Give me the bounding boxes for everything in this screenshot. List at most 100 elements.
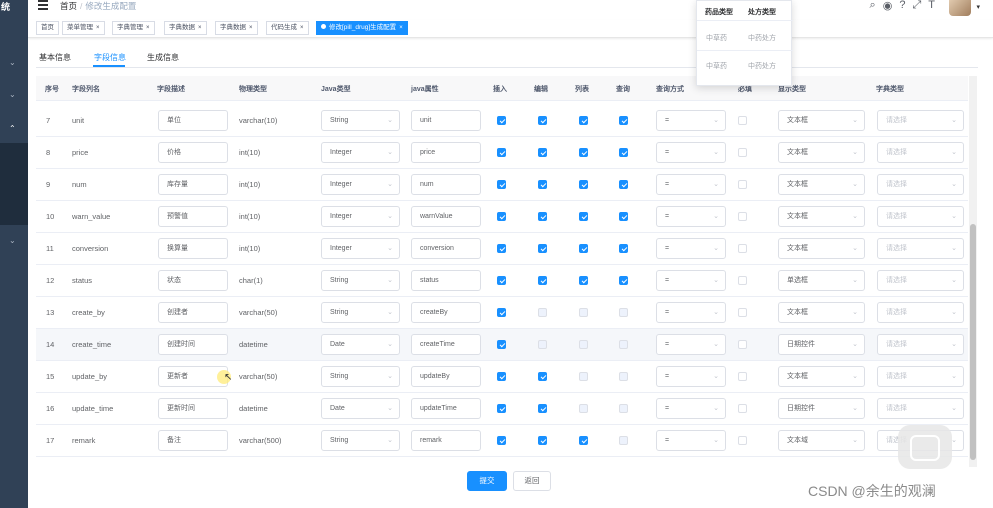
required-checkbox[interactable]: [738, 372, 747, 381]
desc-input[interactable]: 创建者: [158, 302, 228, 323]
query-checkbox[interactable]: [619, 340, 628, 349]
submit-button[interactable]: 提交: [467, 471, 507, 491]
required-checkbox[interactable]: [738, 180, 747, 189]
desc-input[interactable]: 预警值: [158, 206, 228, 227]
query-checkbox[interactable]: [619, 212, 628, 221]
edit-checkbox[interactable]: [538, 212, 547, 221]
insert-checkbox[interactable]: [497, 116, 506, 125]
dict-type-select[interactable]: 请选择 ⌄: [877, 366, 964, 387]
dict-type-select[interactable]: 请选择 ⌄: [877, 334, 964, 355]
fullscreen-icon[interactable]: ⤢: [912, 0, 921, 12]
insert-checkbox[interactable]: [497, 372, 506, 381]
list-checkbox[interactable]: [579, 276, 588, 285]
tag-item-active[interactable]: 修改[pill_drug]生成配置 ×: [316, 21, 408, 35]
dict-type-select[interactable]: 请选择 ⌄: [877, 110, 964, 131]
avatar[interactable]: [949, 0, 971, 16]
query-checkbox[interactable]: [619, 436, 628, 445]
java-type-select[interactable]: String ⌄: [321, 366, 400, 387]
close-icon[interactable]: ×: [96, 25, 100, 31]
java-field-input[interactable]: unit: [411, 110, 481, 131]
html-type-select[interactable]: 文本框 ⌄: [778, 174, 865, 195]
java-field-input[interactable]: warnValue: [411, 206, 481, 227]
query-type-select[interactable]: = ⌄: [656, 302, 726, 323]
breadcrumb-home[interactable]: 首页: [60, 1, 77, 11]
insert-checkbox[interactable]: [497, 180, 506, 189]
dict-type-select[interactable]: 请选择 ⌄: [877, 270, 964, 291]
font-size-icon[interactable]: T: [928, 0, 935, 12]
dict-type-select[interactable]: 请选择 ⌄: [877, 206, 964, 227]
edit-checkbox[interactable]: [538, 116, 547, 125]
java-type-select[interactable]: String ⌄: [321, 110, 400, 131]
html-type-select[interactable]: 日期控件 ⌄: [778, 398, 865, 419]
query-type-select[interactable]: = ⌄: [656, 334, 726, 355]
edit-checkbox[interactable]: [538, 308, 547, 317]
query-type-select[interactable]: = ⌄: [656, 430, 726, 451]
java-field-input[interactable]: num: [411, 174, 481, 195]
java-type-select[interactable]: Date ⌄: [321, 398, 400, 419]
tag-item[interactable]: 首页: [36, 21, 59, 35]
java-type-select[interactable]: Date ⌄: [321, 334, 400, 355]
dropdown-option[interactable]: 中草药: [706, 61, 727, 71]
desc-input[interactable]: 状态: [158, 270, 228, 291]
edit-checkbox[interactable]: [538, 340, 547, 349]
dict-type-select[interactable]: 请选择 ⌄: [877, 302, 964, 323]
list-checkbox[interactable]: [579, 148, 588, 157]
close-icon[interactable]: ×: [300, 25, 304, 31]
search-icon[interactable]: ⌕: [870, 0, 876, 12]
query-checkbox[interactable]: [619, 244, 628, 253]
required-checkbox[interactable]: [738, 212, 747, 221]
sidebar-chevron-icon[interactable]: ⌃: [9, 124, 16, 133]
query-type-select[interactable]: = ⌄: [656, 398, 726, 419]
html-type-select[interactable]: 单选框 ⌄: [778, 270, 865, 291]
dropdown-option[interactable]: 中药处方: [748, 61, 776, 71]
java-field-input[interactable]: remark: [411, 430, 481, 451]
dict-type-select[interactable]: 请选择 ⌄: [877, 174, 964, 195]
list-checkbox[interactable]: [579, 340, 588, 349]
list-checkbox[interactable]: [579, 372, 588, 381]
html-type-select[interactable]: 文本框 ⌄: [778, 238, 865, 259]
query-checkbox[interactable]: [619, 308, 628, 317]
close-icon[interactable]: ×: [399, 25, 403, 31]
java-field-input[interactable]: createBy: [411, 302, 481, 323]
tag-item[interactable]: 字典管理 ×: [112, 21, 155, 35]
java-field-input[interactable]: conversion: [411, 238, 481, 259]
tab-basic-info[interactable]: 基本信息: [39, 52, 71, 63]
required-checkbox[interactable]: [738, 244, 747, 253]
list-checkbox[interactable]: [579, 116, 588, 125]
video-play-icon[interactable]: [898, 425, 952, 469]
tag-item[interactable]: 代码生成 ×: [266, 21, 309, 35]
desc-input[interactable]: 备注: [158, 430, 228, 451]
tag-item[interactable]: 菜单管理 ×: [62, 21, 105, 35]
dict-type-select[interactable]: 请选择 ⌄: [877, 238, 964, 259]
desc-input[interactable]: 换算量: [158, 238, 228, 259]
query-checkbox[interactable]: [619, 372, 628, 381]
html-type-select[interactable]: 文本框 ⌄: [778, 110, 865, 131]
tag-item[interactable]: 字典数据 ×: [215, 21, 258, 35]
java-type-select[interactable]: Integer ⌄: [321, 238, 400, 259]
html-type-select[interactable]: 文本框 ⌄: [778, 302, 865, 323]
html-type-select[interactable]: 日期控件 ⌄: [778, 334, 865, 355]
java-field-input[interactable]: updateBy: [411, 366, 481, 387]
insert-checkbox[interactable]: [497, 340, 506, 349]
insert-checkbox[interactable]: [497, 244, 506, 253]
desc-input[interactable]: 库存量: [158, 174, 228, 195]
required-checkbox[interactable]: [738, 116, 747, 125]
java-field-input[interactable]: status: [411, 270, 481, 291]
scrollbar-thumb[interactable]: [970, 224, 976, 460]
query-checkbox[interactable]: [619, 276, 628, 285]
query-checkbox[interactable]: [619, 148, 628, 157]
java-type-select[interactable]: String ⌄: [321, 302, 400, 323]
java-type-select[interactable]: Integer ⌄: [321, 206, 400, 227]
java-field-input[interactable]: updateTime: [411, 398, 481, 419]
back-button[interactable]: 返回: [513, 471, 551, 491]
tag-item[interactable]: 字典数据 ×: [164, 21, 207, 35]
insert-checkbox[interactable]: [497, 308, 506, 317]
edit-checkbox[interactable]: [538, 148, 547, 157]
java-type-select[interactable]: String ⌄: [321, 270, 400, 291]
question-icon[interactable]: ?: [899, 0, 905, 12]
list-checkbox[interactable]: [579, 212, 588, 221]
html-type-select[interactable]: 文本框 ⌄: [778, 206, 865, 227]
sidebar-chevron-icon[interactable]: ⌄: [9, 58, 16, 67]
dropdown-option[interactable]: 中药处方: [748, 33, 776, 43]
desc-input[interactable]: 更新时间: [158, 398, 228, 419]
